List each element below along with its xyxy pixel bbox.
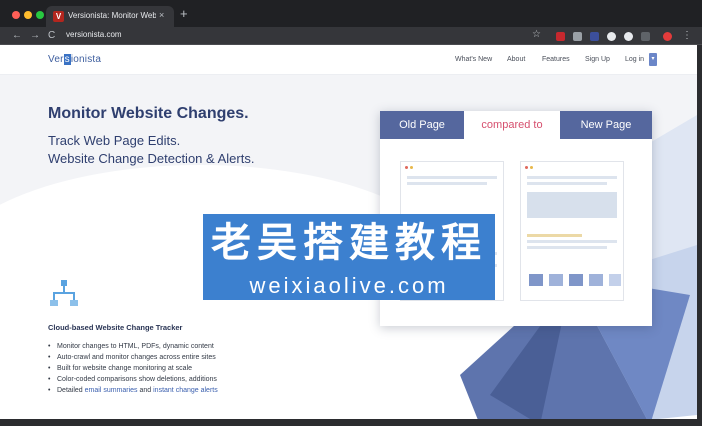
list-item: Built for website change monitoring at s… (48, 363, 218, 374)
text-line (407, 176, 497, 179)
logo-text-end: ionista (70, 54, 102, 65)
list-item: Monitor changes to HTML, PDFs, dynamic c… (48, 341, 218, 352)
image-placeholder (527, 192, 617, 218)
arrow-right-icon[interactable]: → (30, 29, 40, 43)
new-tab-button[interactable]: + (180, 7, 188, 20)
watermark-url: weixiaolive.com (203, 272, 495, 300)
features-title: Cloud-based Website Change Tracker (48, 323, 183, 332)
nav-features[interactable]: Features (542, 56, 570, 63)
nav-sign-up[interactable]: Sign Up (585, 56, 610, 63)
window-dot (405, 166, 408, 169)
watermark-chinese: 老吴搭建教程 (203, 214, 495, 272)
web-page: Versionista What's New About Features Si… (0, 45, 697, 419)
change-block (609, 274, 621, 286)
window-bottom (0, 419, 702, 426)
profile-avatar[interactable] (663, 32, 672, 41)
old-page-label: Old Page (380, 111, 464, 139)
address-bar[interactable]: versionista.com (66, 30, 122, 39)
hero-title: Monitor Website Changes. (48, 105, 249, 122)
extension-icon[interactable] (556, 32, 565, 41)
minimize-window-button[interactable] (24, 11, 32, 19)
nav-whats-new[interactable]: What's New (455, 56, 492, 63)
extension-icon[interactable] (590, 32, 599, 41)
browser-tab[interactable]: V Versionista: Monitor Website C × (46, 6, 174, 27)
extension-icon[interactable] (573, 32, 582, 41)
new-page-label: New Page (560, 111, 652, 139)
chevron-down-icon[interactable]: ▾ (649, 53, 657, 66)
tab-title: Versionista: Monitor Website C (68, 11, 156, 20)
browser-toolbar: ← → C versionista.com ☆ ⋮ (0, 27, 702, 45)
new-page-thumbnail (520, 161, 624, 301)
reload-icon[interactable]: C (48, 29, 55, 43)
text-line (527, 182, 607, 185)
window-edge (697, 45, 702, 426)
change-block (529, 274, 543, 286)
close-window-button[interactable] (12, 11, 20, 19)
list-item-text: and (137, 387, 154, 394)
email-summaries-link[interactable]: email summaries (85, 387, 138, 394)
logo-text-start: Ver (48, 54, 64, 65)
window-dot (525, 166, 528, 169)
window-dot (530, 166, 533, 169)
extension-icon[interactable] (641, 32, 650, 41)
text-line (527, 176, 617, 179)
text-line (527, 240, 617, 243)
extension-icon[interactable] (607, 32, 616, 41)
text-line (527, 246, 607, 249)
maximize-window-button[interactable] (36, 11, 44, 19)
change-block (589, 274, 603, 286)
list-item: Detailed email summaries and instant cha… (48, 385, 218, 396)
sitemap-icon (50, 280, 78, 306)
compared-to-label: compared to (464, 111, 560, 139)
change-block (549, 274, 563, 286)
change-alerts-link[interactable]: instant change alerts (153, 387, 218, 394)
window-dot (410, 166, 413, 169)
arrow-left-icon[interactable]: ← (12, 29, 22, 43)
nav-about[interactable]: About (507, 56, 525, 63)
change-block (569, 274, 583, 286)
extension-icon[interactable] (624, 32, 633, 41)
kebab-menu-icon[interactable]: ⋮ (682, 29, 692, 43)
hero-subtitle-2: Website Change Detection & Alerts. (48, 151, 255, 166)
star-icon[interactable]: ☆ (532, 29, 541, 40)
tab-close-icon[interactable]: × (159, 10, 164, 20)
browser-tabstrip: V Versionista: Monitor Website C × + (0, 0, 702, 27)
list-item-text: Detailed (57, 387, 85, 394)
nav-log-in[interactable]: Log in (625, 56, 644, 63)
list-item: Color-coded comparisons show deletions, … (48, 374, 218, 385)
site-logo[interactable]: Versionista (48, 54, 101, 65)
favicon-icon: V (53, 11, 64, 22)
list-item: Auto-crawl and monitor changes across en… (48, 352, 218, 363)
hero-subtitle-1: Track Web Page Edits. (48, 133, 181, 148)
logo-text-highlight: s (63, 54, 71, 65)
features-list: Monitor changes to HTML, PDFs, dynamic c… (48, 341, 218, 396)
site-header: Versionista What's New About Features Si… (0, 45, 697, 75)
text-line (407, 182, 487, 185)
changed-text-line (527, 234, 582, 237)
